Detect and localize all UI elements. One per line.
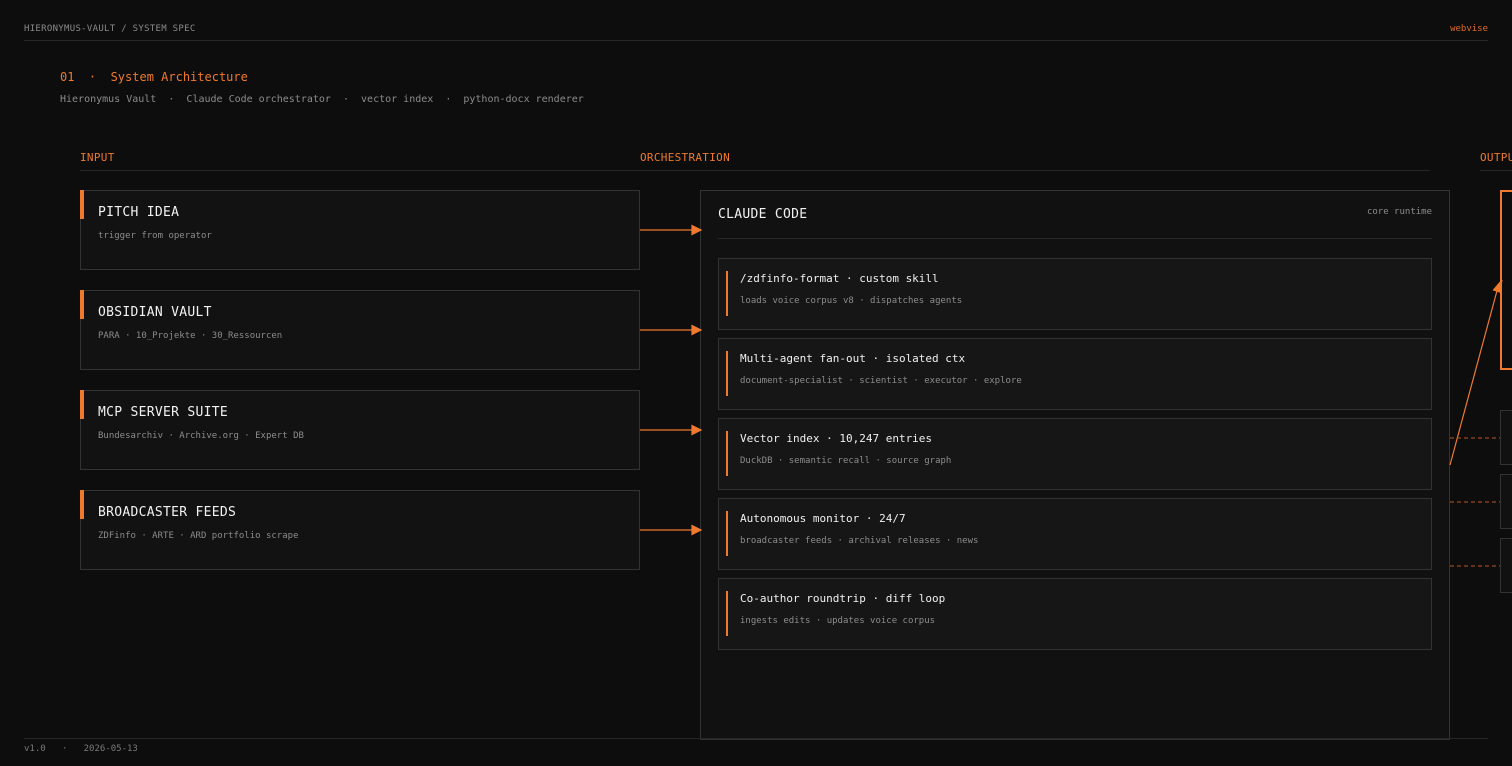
footer-divider [24, 738, 1488, 739]
footer-date: 2026-05-13 [83, 744, 138, 754]
arrow-head [691, 524, 703, 536]
arrow-head [691, 324, 703, 336]
connector-layer [640, 224, 1503, 567]
footer-separator: · [61, 744, 68, 754]
architecture-page: HIERONYMUS-VAULT / SYSTEM SPEC webvise 0… [0, 0, 1512, 766]
footer: v1.0 · 2026-05-13 [24, 744, 138, 754]
arrow-head [691, 224, 703, 236]
footer-version: v1.0 [24, 744, 46, 754]
arrow-head [691, 424, 703, 436]
arrow-head [1492, 279, 1503, 293]
